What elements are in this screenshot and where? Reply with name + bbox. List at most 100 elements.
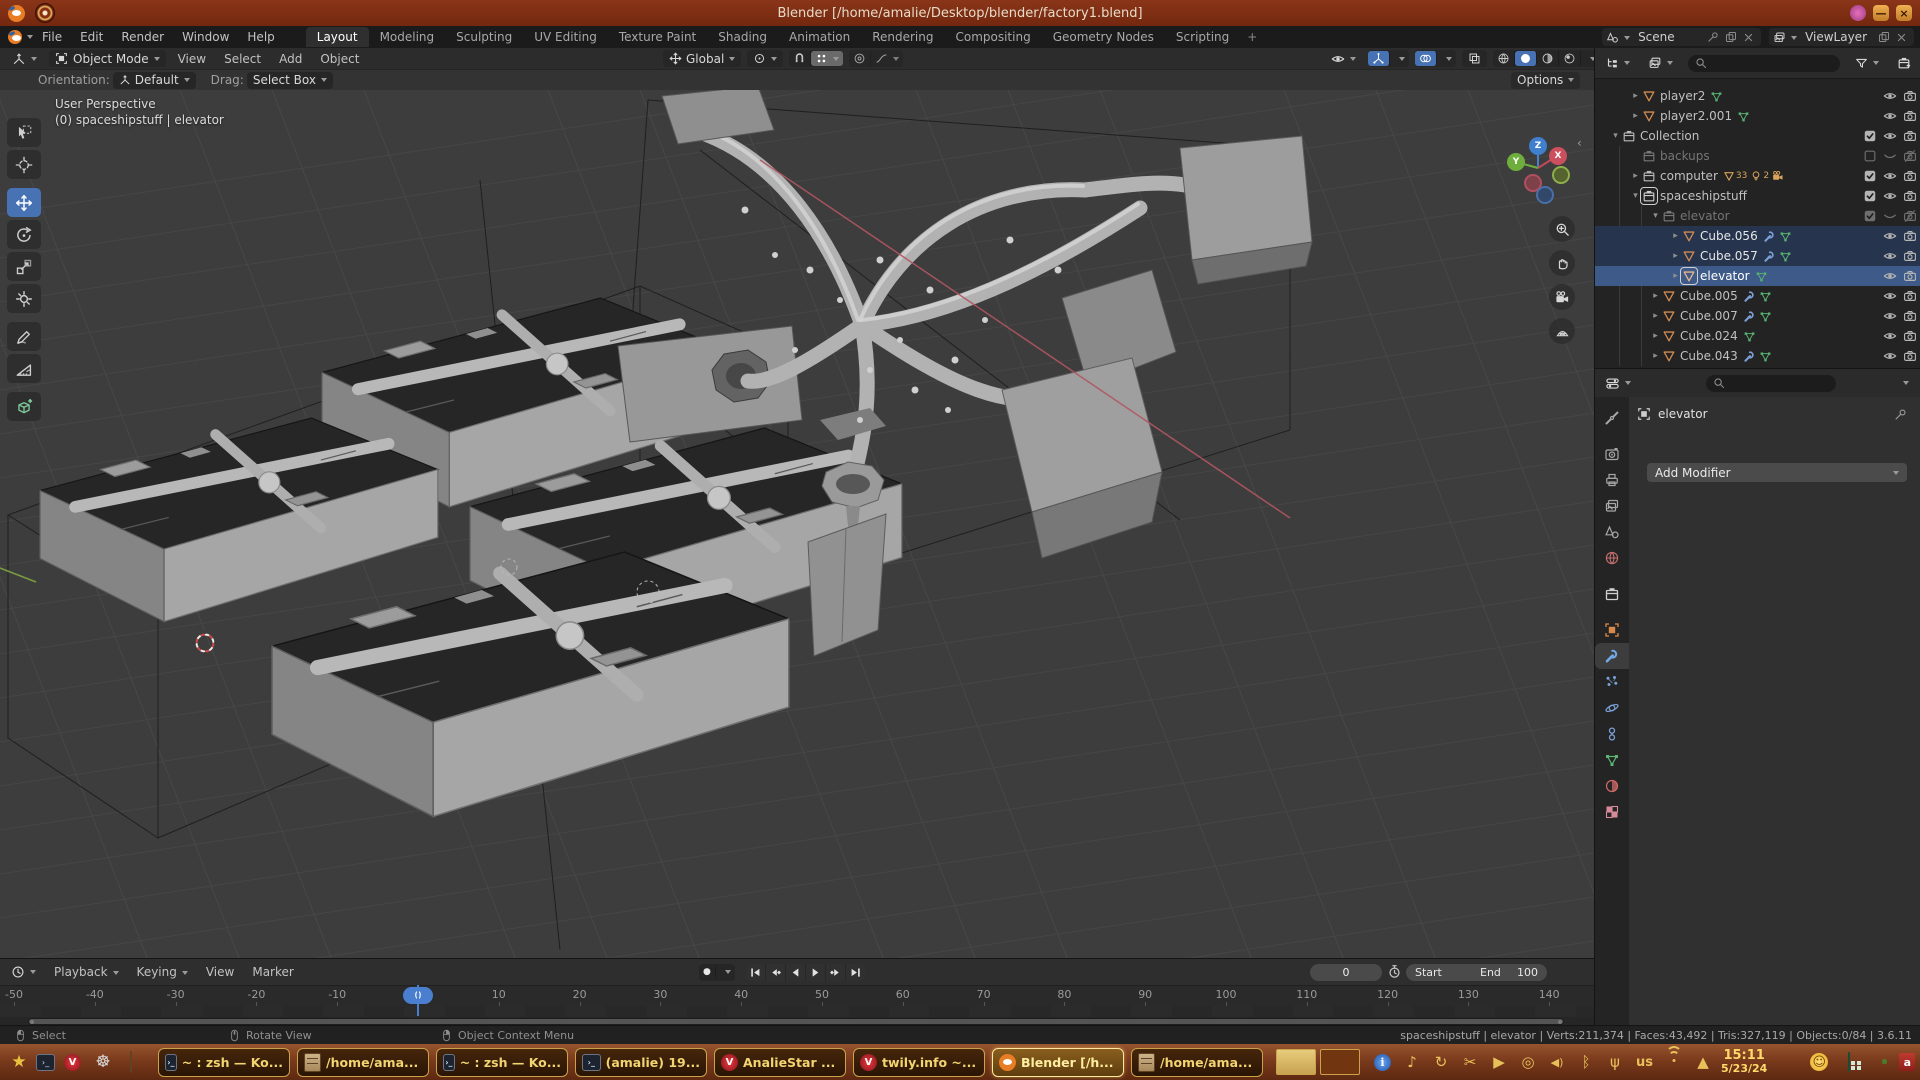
transport-prev-keyframe[interactable] xyxy=(766,964,786,981)
proportional-falloff-dropdown[interactable] xyxy=(871,51,903,66)
outliner-display-mode-dropdown[interactable] xyxy=(1599,55,1636,72)
expand-arrow[interactable]: ▸ xyxy=(1649,331,1662,341)
window-close-button[interactable]: × xyxy=(1896,5,1912,21)
visibility-dropdown[interactable] xyxy=(1325,50,1362,67)
properties-tab-modifiers[interactable] xyxy=(1595,643,1629,669)
outliner-row-computer[interactable]: ▸computer332 xyxy=(1595,166,1920,186)
properties-tab-scene[interactable] xyxy=(1595,519,1629,545)
pan-button[interactable] xyxy=(1549,250,1575,276)
timeline-ruler[interactable]: -50-40-30-20-100102030405060708090100110… xyxy=(0,985,1594,1006)
tool-tweak[interactable] xyxy=(7,118,41,147)
workspace-tab-item[interactable]: + xyxy=(1240,27,1264,47)
checkbox-icon[interactable] xyxy=(1863,169,1877,183)
camera-off-icon[interactable] xyxy=(1903,209,1917,223)
menu-edit[interactable]: Edit xyxy=(71,30,112,44)
camera-icon[interactable] xyxy=(1903,289,1917,303)
perspective-toggle-button[interactable] xyxy=(1549,318,1575,344)
tool-cursor[interactable] xyxy=(7,150,41,179)
expand-arrow[interactable]: ▸ xyxy=(1649,351,1662,361)
camera-icon[interactable] xyxy=(1903,249,1917,263)
tray-bluetooth[interactable]: ᛒ xyxy=(1578,1053,1594,1071)
add-modifier-button[interactable]: Add Modifier xyxy=(1647,463,1907,482)
launcher-star[interactable]: ★ xyxy=(8,1052,30,1072)
eye-icon[interactable] xyxy=(1883,269,1897,283)
launcher-files[interactable] xyxy=(120,1052,142,1072)
current-frame-field[interactable]: 0 xyxy=(1310,964,1382,981)
pivot-point-dropdown[interactable] xyxy=(747,50,783,67)
checkbox-icon[interactable] xyxy=(1863,129,1877,143)
outliner-row-cube-057[interactable]: ▸Cube.057 xyxy=(1595,246,1920,266)
snap-settings-dropdown[interactable] xyxy=(811,51,843,66)
pager-workspace-1[interactable] xyxy=(1276,1049,1316,1075)
tool-add-cube[interactable] xyxy=(7,392,41,421)
properties-options-dropdown[interactable] xyxy=(1892,375,1915,392)
launcher-media[interactable]: ☸ xyxy=(92,1052,114,1072)
tray-disc[interactable]: ◎ xyxy=(1520,1053,1536,1071)
pin-icon[interactable] xyxy=(1707,31,1719,43)
shading-material-button[interactable] xyxy=(1537,51,1559,66)
transform-orientation-dropdown[interactable]: Global xyxy=(663,50,741,67)
outliner-row-backups[interactable]: backups xyxy=(1595,146,1920,166)
camera-icon[interactable] xyxy=(1903,329,1917,343)
viewport-3d[interactable]: User Perspective (0) spaceshipstuff | el… xyxy=(0,90,1594,958)
transport-jump-end[interactable] xyxy=(846,964,865,981)
outliner-filter-dropdown[interactable] xyxy=(1849,55,1885,72)
camera-icon[interactable] xyxy=(1903,109,1917,123)
expand-arrow[interactable]: ▾ xyxy=(1649,211,1662,221)
camera-icon[interactable] xyxy=(1903,269,1917,283)
camera-icon[interactable] xyxy=(1903,169,1917,183)
expand-arrow[interactable]: ▾ xyxy=(1629,191,1642,201)
gizmo-y-axis[interactable]: Y xyxy=(1507,153,1525,171)
snap-toggle[interactable] xyxy=(789,51,811,66)
shading-wireframe-button[interactable] xyxy=(1493,51,1515,66)
tray-scissors[interactable]: ✂ xyxy=(1462,1053,1478,1071)
workspace-tab-uv-editing[interactable]: UV Editing xyxy=(523,27,608,47)
tool-annotate[interactable] xyxy=(7,322,41,351)
properties-tab-tool[interactable] xyxy=(1595,405,1629,431)
navigation-gizmo[interactable]: Z X Y xyxy=(1500,130,1576,206)
transport-play-reverse[interactable] xyxy=(786,964,806,981)
outliner-row-cube-007[interactable]: ▸Cube.007 xyxy=(1595,306,1920,326)
tool-scale[interactable] xyxy=(7,252,41,281)
window-pin-button[interactable] xyxy=(1850,5,1866,21)
shading-solid-button[interactable] xyxy=(1515,51,1537,66)
remove-viewlayer-icon[interactable] xyxy=(1896,32,1907,43)
gizmo-neg-z-axis[interactable] xyxy=(1536,186,1554,204)
viewport-menu-view[interactable]: View xyxy=(169,52,215,66)
eye-icon[interactable] xyxy=(1883,169,1897,183)
task-zsh-ko[interactable]: ›_~ : zsh — Ko... xyxy=(158,1048,290,1077)
tray-update[interactable]: ↻ xyxy=(1433,1053,1449,1071)
blender-menu-button[interactable] xyxy=(8,30,33,44)
eye-icon[interactable] xyxy=(1883,109,1897,123)
tray-keyboard-layout[interactable]: us xyxy=(1636,1055,1653,1070)
proportional-edit-toggle[interactable] xyxy=(849,51,871,66)
task-twily-info[interactable]: Vtwily.info ~... xyxy=(853,1048,985,1077)
timeline-menu-playback[interactable]: Playback xyxy=(45,965,128,979)
workspace-tab-modeling[interactable]: Modeling xyxy=(369,27,446,47)
viewport-menu-select[interactable]: Select xyxy=(215,52,270,66)
auto-keying-toggle[interactable]: ● xyxy=(699,966,716,978)
camera-off-icon[interactable] xyxy=(1903,149,1917,163)
outliner-row-cube-043[interactable]: ▸Cube.043 xyxy=(1595,346,1920,366)
expand-arrow[interactable]: ▸ xyxy=(1669,231,1682,241)
tray-play[interactable]: ▶ xyxy=(1491,1053,1507,1071)
outliner-row-spaceshipstuff[interactable]: ▾spaceshipstuff xyxy=(1595,186,1920,206)
new-collection-button[interactable] xyxy=(1891,55,1917,72)
properties-tab-object-data[interactable] xyxy=(1595,747,1629,773)
outliner-row-player2[interactable]: ▸player2 xyxy=(1595,86,1920,106)
properties-tab-physics[interactable] xyxy=(1595,695,1629,721)
expand-arrow[interactable]: ▸ xyxy=(1669,251,1682,261)
tool-measure[interactable] xyxy=(7,354,41,383)
frame-end-field[interactable]: End100 xyxy=(1471,964,1547,981)
outliner-row-elevator[interactable]: ▸elevator xyxy=(1595,266,1920,286)
tray-volume[interactable]: ◀) xyxy=(1549,1056,1565,1069)
menu-file[interactable]: File xyxy=(33,30,71,44)
properties-tab-particles[interactable] xyxy=(1595,669,1629,695)
eye-icon[interactable] xyxy=(1883,329,1897,343)
gizmo-toggle[interactable] xyxy=(1368,51,1390,66)
viewport-menu-add[interactable]: Add xyxy=(270,52,311,66)
sidebar-collapse-arrow[interactable]: ‹ xyxy=(1577,136,1582,150)
expand-arrow[interactable]: ▸ xyxy=(1629,91,1642,101)
timeline-scroll-handle[interactable] xyxy=(29,1019,1563,1024)
timeline-menu-keying[interactable]: Keying xyxy=(128,965,197,979)
